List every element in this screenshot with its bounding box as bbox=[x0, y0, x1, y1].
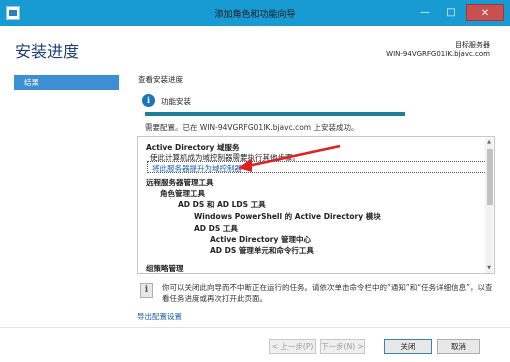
destination-server-label: 目标服务器 bbox=[455, 41, 490, 49]
result-role-tools: 角色管理工具 bbox=[160, 189, 205, 198]
content-title: 查看安装进度 bbox=[138, 75, 183, 84]
result-ps-ad-module: Windows PowerShell 的 Active Directory 模块 bbox=[194, 212, 381, 221]
result-ad-admin-center: Active Directory 管理中心 bbox=[210, 235, 311, 244]
progress-bar-fill bbox=[145, 112, 405, 116]
previous-button[interactable]: < 上一步(P) bbox=[269, 339, 316, 354]
page-title: 安装进度 bbox=[15, 42, 80, 61]
promote-dc-link[interactable]: 将此服务器提升为域控制器 bbox=[152, 163, 242, 174]
result-adds-snapins: AD DS 管理单元和命令行工具 bbox=[210, 246, 314, 255]
wizard-window: 添加角色和功能向导 — □ ✕ 安装进度 目标服务器 WIN-94VGRFG01… bbox=[0, 0, 510, 362]
scroll-down-arrow-icon[interactable]: ▼ bbox=[485, 264, 493, 272]
scroll-up-arrow-icon[interactable]: ▲ bbox=[485, 138, 493, 146]
results-list[interactable]: Active Directory 域服务 使此计算机成为域控制器需要执行其他步骤… bbox=[137, 136, 495, 274]
status-label: 功能安装 bbox=[161, 97, 191, 106]
cancel-button[interactable]: 取消 bbox=[437, 339, 480, 354]
scrollbar-thumb[interactable] bbox=[487, 149, 493, 205]
result-rsat: 远程服务器管理工具 bbox=[146, 178, 214, 187]
maximize-button[interactable]: □ bbox=[440, 4, 462, 21]
title-bar[interactable]: 添加角色和功能向导 — □ ✕ bbox=[0, 0, 510, 26]
status-detail: 需要配置。已在 WIN-94VGRFG01IK.bjavc.com 上安装成功。 bbox=[145, 123, 359, 132]
next-button[interactable]: 下一步(N) > bbox=[320, 339, 365, 354]
export-config-link[interactable]: 导出配置设置 bbox=[137, 311, 182, 322]
progress-bar bbox=[145, 112, 405, 116]
info-icon: i bbox=[142, 94, 155, 107]
nav-item-results[interactable]: 结果 bbox=[14, 75, 119, 90]
result-adds-adlds-tools: AD DS 和 AD LDS 工具 bbox=[178, 200, 266, 209]
close-button[interactable]: 关闭 bbox=[384, 339, 432, 354]
destination-server-name: WIN-94VGRFG01IK.bjavc.com bbox=[386, 50, 490, 58]
note-text: 你可以关闭此向导而不中断正在运行的任务。请依次单击命令栏中的“通知”和“任务详细… bbox=[162, 283, 493, 303]
close-window-button[interactable]: ✕ bbox=[466, 4, 504, 21]
minimize-button[interactable]: — bbox=[414, 4, 436, 21]
result-adds-tools: AD DS 工具 bbox=[194, 224, 238, 233]
footer-divider bbox=[0, 327, 510, 328]
result-gpmc: 组策略管理 bbox=[146, 264, 184, 273]
note-icon: i bbox=[140, 283, 153, 298]
